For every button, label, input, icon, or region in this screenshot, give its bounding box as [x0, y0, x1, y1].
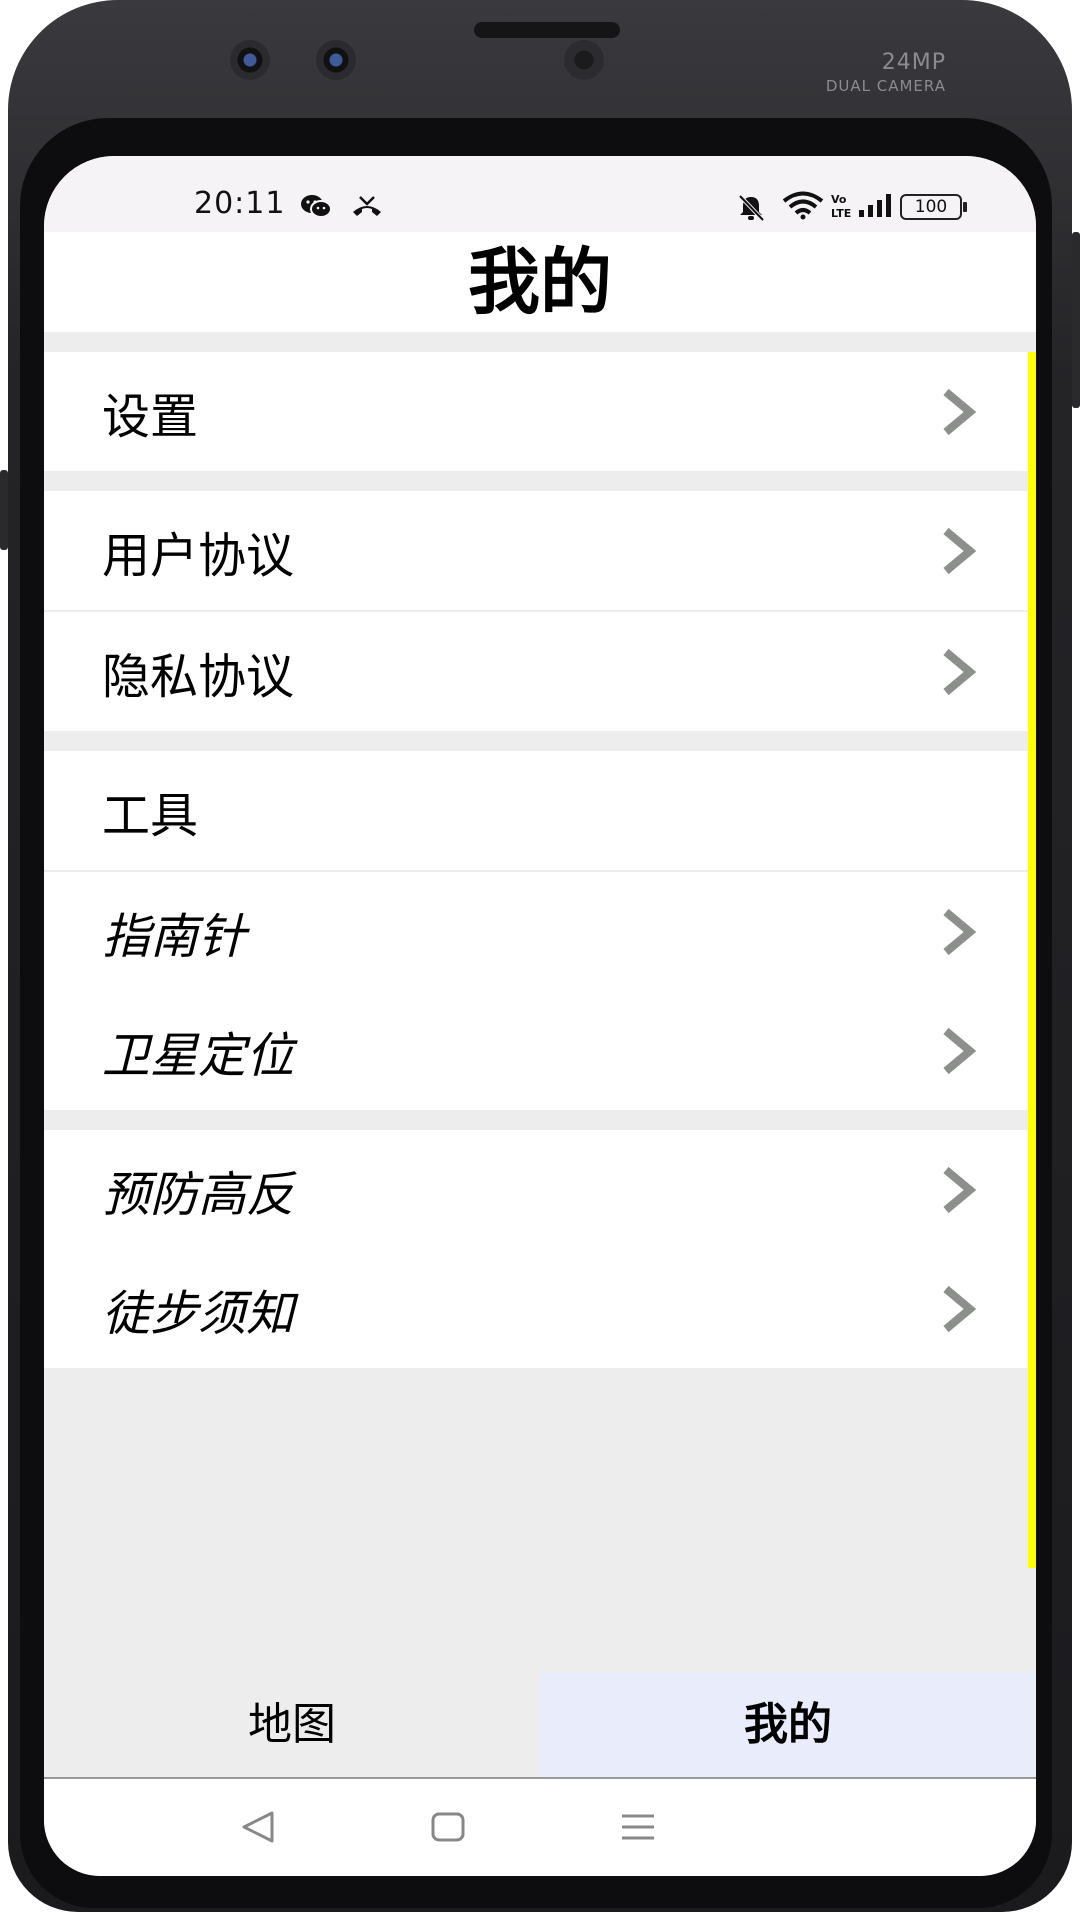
battery-indicator: 100 [900, 194, 967, 220]
chevron-right-icon [943, 1166, 977, 1213]
missed-call-icon [353, 196, 381, 216]
chevron-right-icon [943, 1285, 977, 1332]
svg-text:Vo: Vo [831, 193, 847, 206]
wifi-icon [782, 191, 824, 220]
power-button [1072, 232, 1080, 408]
back-icon[interactable] [234, 1807, 282, 1847]
camera-lens-icon [316, 40, 356, 80]
menu-item-label: 设置 [102, 388, 199, 445]
page-header: 我的 [44, 232, 1036, 332]
section-title: 工具 [102, 787, 199, 844]
camera-label-main: 24MP [881, 50, 946, 75]
chevron-right-icon [943, 1027, 977, 1074]
tab-map[interactable]: 地图 [44, 1672, 540, 1777]
status-bar: 20:11 Vo LTE 100 [44, 156, 1036, 232]
section-gap [44, 471, 1036, 491]
volte-icon: Vo LTE [831, 193, 851, 220]
camera-label: 24MP DUAL CAMERA [826, 50, 946, 95]
menu-item-label: 预防高反 [102, 1166, 295, 1223]
bottom-tab-bar: 地图 我的 [44, 1672, 1036, 1779]
chevron-right-icon [943, 527, 977, 574]
menu-item-label: 卫星定位 [102, 1027, 295, 1084]
menu-item-settings[interactable]: 设置 [44, 352, 1036, 471]
home-icon[interactable] [424, 1807, 472, 1847]
menu-item-altitude-sickness[interactable]: 预防高反 [44, 1130, 1036, 1249]
svg-text:LTE: LTE [831, 207, 851, 220]
status-time: 20:11 [194, 186, 286, 221]
wechat-icon [301, 195, 332, 218]
menu-item-label: 指南针 [102, 908, 247, 965]
chevron-right-icon [943, 388, 977, 435]
scroll-indicator[interactable] [1028, 352, 1036, 1568]
tab-mine[interactable]: 我的 [540, 1672, 1036, 1777]
menu-item-satellite-positioning[interactable]: 卫星定位 [44, 991, 1036, 1110]
section-gap [44, 1110, 1036, 1130]
menu-icon[interactable] [614, 1807, 662, 1847]
section-gap [44, 332, 1036, 352]
screen: 20:11 Vo LTE 100 我的 设置 用户协议 隐私协议 工具 指南针 … [44, 156, 1036, 1876]
phone-frame: 24MP DUAL CAMERA 20:11 Vo LTE 100 我的 设置 … [0, 0, 1080, 1920]
earpiece-speaker [474, 22, 620, 38]
menu-item-label: 徒步须知 [102, 1285, 295, 1342]
volume-button [0, 470, 8, 550]
menu-item-label: 隐私协议 [102, 648, 295, 705]
mute-icon [738, 194, 765, 222]
menu-item-user-agreement[interactable]: 用户协议 [44, 491, 1036, 610]
section-gap [44, 731, 1036, 751]
menu-list: 设置 用户协议 隐私协议 工具 指南针 卫星定位 预防高反 徒步须知 [44, 332, 1036, 1368]
camera-lens-icon [230, 40, 270, 80]
signal-icon [859, 194, 891, 217]
chevron-right-icon [943, 908, 977, 955]
system-nav-bar [44, 1779, 1036, 1876]
menu-item-label: 用户协议 [102, 527, 295, 584]
sensor-icon [564, 40, 604, 80]
chevron-right-icon [943, 648, 977, 695]
menu-item-hiking-notes[interactable]: 徒步须知 [44, 1249, 1036, 1368]
camera-label-sub: DUAL CAMERA [825, 77, 946, 95]
page-title: 我的 [467, 240, 612, 324]
tools-section-title: 工具 [44, 751, 1036, 870]
menu-item-compass[interactable]: 指南针 [44, 870, 1036, 991]
menu-item-privacy-agreement[interactable]: 隐私协议 [44, 610, 1036, 731]
